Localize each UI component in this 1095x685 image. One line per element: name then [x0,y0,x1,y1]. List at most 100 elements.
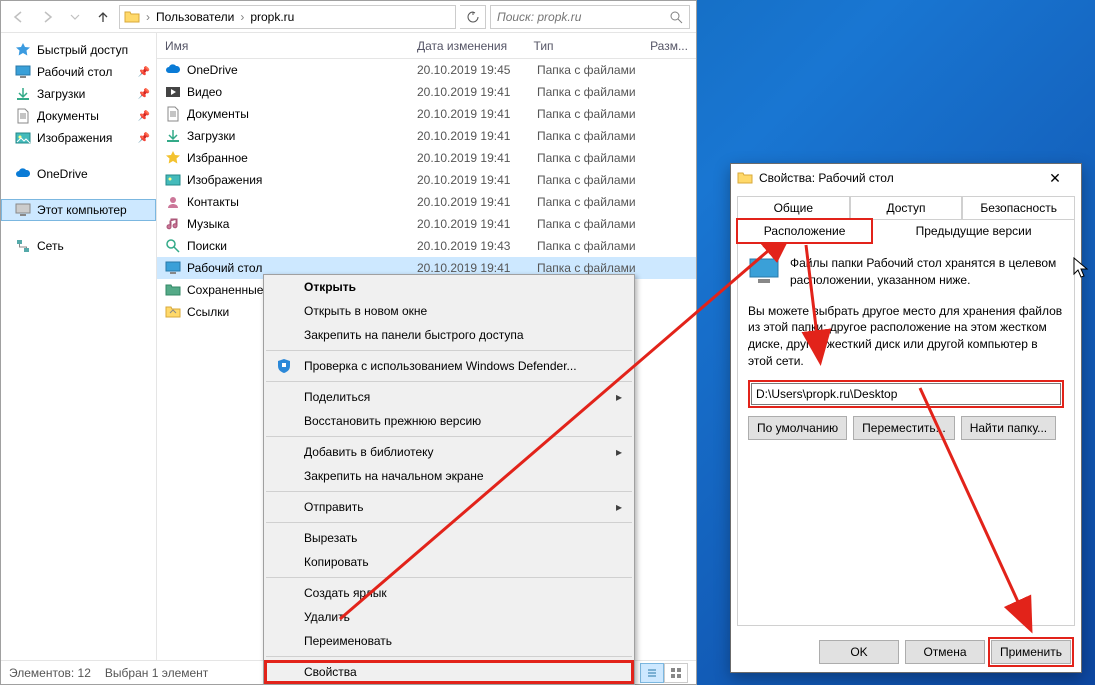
ctx-send-to[interactable]: Отправить▸ [264,495,634,519]
sidebar-this-pc[interactable]: Этот компьютер [1,199,156,221]
apply-button[interactable]: Применить [991,640,1071,664]
ctx-add-library[interactable]: Добавить в библиотеку▸ [264,440,634,464]
search-icon [669,10,683,24]
cancel-button[interactable]: Отмена [905,640,985,664]
col-type[interactable]: Тип [526,33,643,58]
ctx-defender-scan[interactable]: Проверка с использованием Windows Defend… [264,354,634,378]
pin-icon: 📌 [138,133,150,144]
search-icon [165,238,181,254]
col-name[interactable]: Имя [157,33,409,58]
ctx-share[interactable]: Поделиться▸ [264,385,634,409]
folder-icon [124,9,140,25]
sidebar-onedrive[interactable]: OneDrive [1,163,156,185]
search-input[interactable] [497,10,663,24]
sidebar-network[interactable]: Сеть [1,235,156,257]
sidebar-documents[interactable]: Документы 📌 [1,105,156,127]
sidebar-desktop[interactable]: Рабочий стол 📌 [1,61,156,83]
move-button[interactable]: Переместить... [853,416,955,440]
ctx-create-shortcut[interactable]: Создать ярлык [264,581,634,605]
pictures-icon [165,172,181,188]
nav-back-button[interactable] [7,5,31,29]
restore-default-button[interactable]: По умолчанию [748,416,847,440]
pin-icon: 📌 [138,111,150,122]
sidebar: Быстрый доступ Рабочий стол 📌 Загрузки 📌… [1,33,157,660]
file-row[interactable]: OneDrive20.10.2019 19:45Папка с файлами [157,59,696,81]
ctx-pin-start[interactable]: Закрепить на начальном экране [264,464,634,488]
search-box[interactable] [490,5,690,29]
mouse-cursor-icon [1073,257,1091,284]
music-icon [165,216,181,232]
find-folder-button[interactable]: Найти папку... [961,416,1056,440]
file-row[interactable]: Избранное20.10.2019 19:41Папка с файлами [157,147,696,169]
status-count: Элементов: 12 [9,666,91,680]
file-row[interactable]: Контакты20.10.2019 19:41Папка с файлами [157,191,696,213]
docs-icon [165,106,181,122]
tab-body-location: Файлы папки Рабочий стол хранятся в целе… [737,243,1075,626]
nav-recent-button[interactable] [63,5,87,29]
view-icons-button[interactable] [664,663,688,683]
tab-security[interactable]: Безопасность [962,196,1075,219]
ok-button[interactable]: OK [819,640,899,664]
star-icon [15,42,31,58]
ctx-restore-previous[interactable]: Восстановить прежнюю версию [264,409,634,433]
sidebar-pictures[interactable]: Изображения 📌 [1,127,156,149]
tab-location[interactable]: Расположение [737,219,872,243]
ctx-properties[interactable]: Свойства [264,660,634,684]
star-icon [165,150,181,166]
file-row[interactable]: Видео20.10.2019 19:41Папка с файлами [157,81,696,103]
tab-previous-versions[interactable]: Предыдущие версии [872,219,1075,243]
ctx-rename[interactable]: Переименовать [264,629,634,653]
folder-icon [737,170,753,186]
network-icon [15,238,31,254]
ctx-copy[interactable]: Копировать [264,550,634,574]
document-icon [15,108,31,124]
location-text-1: Файлы папки Рабочий стол хранятся в целе… [790,255,1064,289]
col-date[interactable]: Дата изменения [409,33,526,58]
file-row[interactable]: Поиски20.10.2019 19:43Папка с файлами [157,235,696,257]
col-size[interactable]: Разм... [642,33,696,58]
tab-access[interactable]: Доступ [850,196,963,219]
file-row[interactable]: Музыка20.10.2019 19:41Папка с файлами [157,213,696,235]
download-icon [15,86,31,102]
pc-icon [15,202,31,218]
tab-general[interactable]: Общие [737,196,850,219]
breadcrumb-users[interactable]: Пользователи [156,10,234,24]
dialog-title: Свойства: Рабочий стол [759,171,894,185]
chevron-right-icon: ▸ [616,445,622,459]
onedrive-icon [165,62,181,78]
ctx-cut[interactable]: Вырезать [264,526,634,550]
breadcrumb[interactable]: › Пользователи › propk.ru [119,5,456,29]
file-row[interactable]: Изображения20.10.2019 19:41Папка с файла… [157,169,696,191]
saved-icon [165,282,181,298]
downloads-icon [165,128,181,144]
refresh-button[interactable] [460,5,486,29]
status-selected: Выбран 1 элемент [105,666,208,680]
location-text-2: Вы можете выбрать другое место для хране… [748,303,1064,370]
dialog-buttons: OK Отмена Применить [731,632,1081,672]
ctx-open-new-window[interactable]: Открыть в новом окне [264,299,634,323]
address-bar: › Пользователи › propk.ru [1,1,696,33]
pictures-icon [15,130,31,146]
desktop-icon [15,64,31,80]
location-path-input[interactable] [751,383,1061,405]
sidebar-quick-access[interactable]: Быстрый доступ [1,39,156,61]
desktop-icon [165,260,181,276]
breadcrumb-folder[interactable]: propk.ru [250,10,294,24]
ctx-delete[interactable]: Удалить [264,605,634,629]
ctx-pin-quick-access[interactable]: Закрепить на панели быстрого доступа [264,323,634,347]
nav-up-button[interactable] [91,5,115,29]
links-icon [165,304,181,320]
chevron-right-icon: ▸ [616,390,622,404]
view-details-button[interactable] [640,663,664,683]
context-menu: Открыть Открыть в новом окне Закрепить н… [263,274,635,685]
sidebar-downloads[interactable]: Загрузки 📌 [1,83,156,105]
ctx-open[interactable]: Открыть [264,275,634,299]
desktop-folder-icon [748,255,780,287]
tabs: Общие Доступ Безопасность Расположение П… [731,192,1081,243]
file-row[interactable]: Загрузки20.10.2019 19:41Папка с файлами [157,125,696,147]
close-button[interactable]: ✕ [1035,166,1075,190]
nav-forward-button[interactable] [35,5,59,29]
file-row[interactable]: Документы20.10.2019 19:41Папка с файлами [157,103,696,125]
cloud-icon [15,166,31,182]
contacts-icon [165,194,181,210]
